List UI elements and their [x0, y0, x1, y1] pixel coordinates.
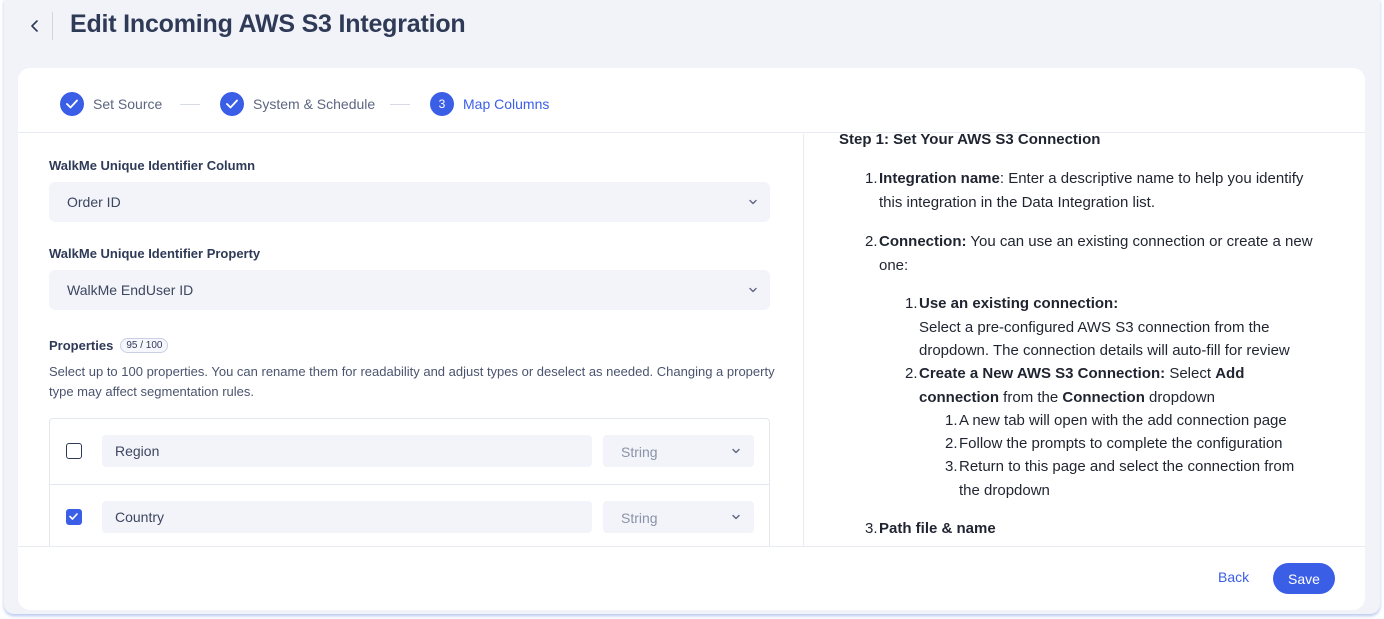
properties-title: Properties: [49, 338, 114, 353]
top-bar: Edit Incoming AWS S3 Integration: [4, 0, 1380, 60]
guide-item-term: Connection:: [879, 233, 967, 250]
save-button[interactable]: Save: [1273, 563, 1335, 594]
app-frame: Edit Incoming AWS S3 Integration Set Sou…: [4, 0, 1380, 614]
footer: Back Save: [18, 546, 1365, 610]
step-label: System & Schedule: [253, 96, 376, 112]
stepper: Set Source System & Schedule 3 Map Colum…: [18, 68, 1365, 133]
guide-item-path: Path file & name: [879, 517, 1349, 541]
property-type-select[interactable]: String: [603, 435, 754, 467]
chevron-down-icon: [732, 448, 740, 454]
guide-item-text: the dropdown: [959, 481, 1050, 499]
identifier-property-value: WalkMe EndUser ID: [67, 282, 194, 298]
list-number: 1.: [945, 412, 958, 429]
guide-item-term: Integration name: [879, 170, 1000, 187]
property-checkbox[interactable]: [66, 509, 82, 525]
property-type-select[interactable]: String: [603, 501, 754, 533]
list-number: 3.: [945, 458, 958, 475]
page-title: Edit Incoming AWS S3 Integration: [70, 10, 466, 38]
identifier-column-select[interactable]: Order ID: [49, 182, 770, 222]
guide-subitem: Return to this page and select the conne…: [959, 455, 1349, 502]
guide-item-term: Path file & name: [879, 520, 996, 537]
step-map-columns[interactable]: 3 Map Columns: [430, 92, 549, 116]
guide-item-text: dropdown: [1144, 388, 1215, 406]
guide-item-text: dropdown. The connection details will au…: [919, 342, 1290, 359]
guide-item-term: Use an existing connection:: [919, 295, 1119, 312]
guide-item-text: Select a pre-configured AWS S3 connectio…: [919, 318, 1270, 336]
identifier-property-select[interactable]: WalkMe EndUser ID: [49, 270, 770, 310]
guide-item-text: one:: [879, 256, 909, 274]
check-icon: [220, 92, 244, 116]
guide-item-text: : Enter a descriptive name to help you i…: [999, 170, 1304, 187]
list-number: 2.: [905, 365, 918, 382]
check-icon: [69, 513, 78, 520]
list-number: 3.: [865, 520, 878, 537]
identifier-column-label: WalkMe Unique Identifier Column: [49, 158, 256, 173]
guide-item-connection: Connection: You can use an existing conn…: [879, 230, 1349, 277]
guide-heading: Step 1: Set Your AWS S3 Connection: [839, 134, 1101, 148]
property-name-input[interactable]: Region: [102, 435, 592, 467]
chevron-left-icon[interactable]: [24, 14, 46, 38]
back-button[interactable]: Back: [1218, 569, 1249, 585]
header-divider: [52, 12, 53, 40]
property-name-input[interactable]: Country: [102, 501, 592, 533]
list-number: 1.: [865, 170, 878, 187]
guide-item-integration-name: Integration name: Enter a descriptive na…: [879, 167, 1349, 214]
list-number: 2.: [865, 233, 878, 250]
guide-subitem: A new tab will open with the add connect…: [959, 412, 1287, 429]
step-number: 3: [430, 92, 454, 116]
mapping-form: WalkMe Unique Identifier Column Order ID…: [18, 134, 803, 546]
integration-card: Set Source System & Schedule 3 Map Colum…: [18, 68, 1365, 610]
guide-item-new-connection: Create a New AWS S3 Connection: Select A…: [919, 362, 1349, 409]
check-icon: [60, 92, 84, 116]
properties-header: Properties 95 / 100: [49, 338, 169, 353]
guide-item-term: Add: [1215, 365, 1245, 382]
guide-item-term: Create a New AWS S3 Connection:: [919, 365, 1166, 382]
list-number: 1.: [905, 295, 918, 312]
identifier-column-value: Order ID: [67, 194, 121, 210]
chevron-down-icon: [732, 514, 740, 520]
step-label: Set Source: [93, 96, 163, 112]
properties-count-badge: 95 / 100: [120, 338, 169, 353]
step-connector: [390, 104, 410, 105]
guide-item-text: You can use an existing connection or cr…: [966, 233, 1313, 250]
property-checkbox[interactable]: [66, 443, 82, 459]
guide-item-existing-connection: Use an existing connection: Select a pre-…: [919, 292, 1349, 363]
chevron-down-icon: [749, 199, 757, 205]
property-row: Country String: [50, 484, 769, 546]
guide-item-text: this integration in the Data Integration…: [879, 193, 1155, 211]
step-connector: [180, 104, 200, 105]
identifier-property-label: WalkMe Unique Identifier Property: [49, 246, 261, 261]
guide-item-text: from the: [999, 388, 1063, 406]
guide-item-term: Connection: [1062, 388, 1145, 406]
chevron-down-icon: [749, 287, 757, 293]
guide-item-text: Return to this page and select the conne…: [959, 458, 1295, 475]
property-type-value: String: [621, 510, 658, 526]
help-guide-panel[interactable]: Step 1: Set Your AWS S3 Connection 1. In…: [804, 134, 1365, 546]
step-system-schedule[interactable]: System & Schedule: [220, 92, 375, 116]
properties-description: Select up to 100 properties. You can ren…: [49, 364, 775, 399]
step-set-source[interactable]: Set Source: [60, 92, 162, 116]
properties-table: Region String Country String: [49, 418, 770, 546]
property-row: Region String: [50, 419, 769, 484]
list-number: 2.: [945, 435, 958, 452]
guide-subitem: Follow the prompts to complete the confi…: [959, 435, 1283, 452]
property-type-value: String: [621, 444, 658, 460]
guide-item-text: Select: [1165, 365, 1216, 382]
step-label: Map Columns: [463, 96, 550, 112]
guide-item-term: connection: [919, 388, 1000, 406]
